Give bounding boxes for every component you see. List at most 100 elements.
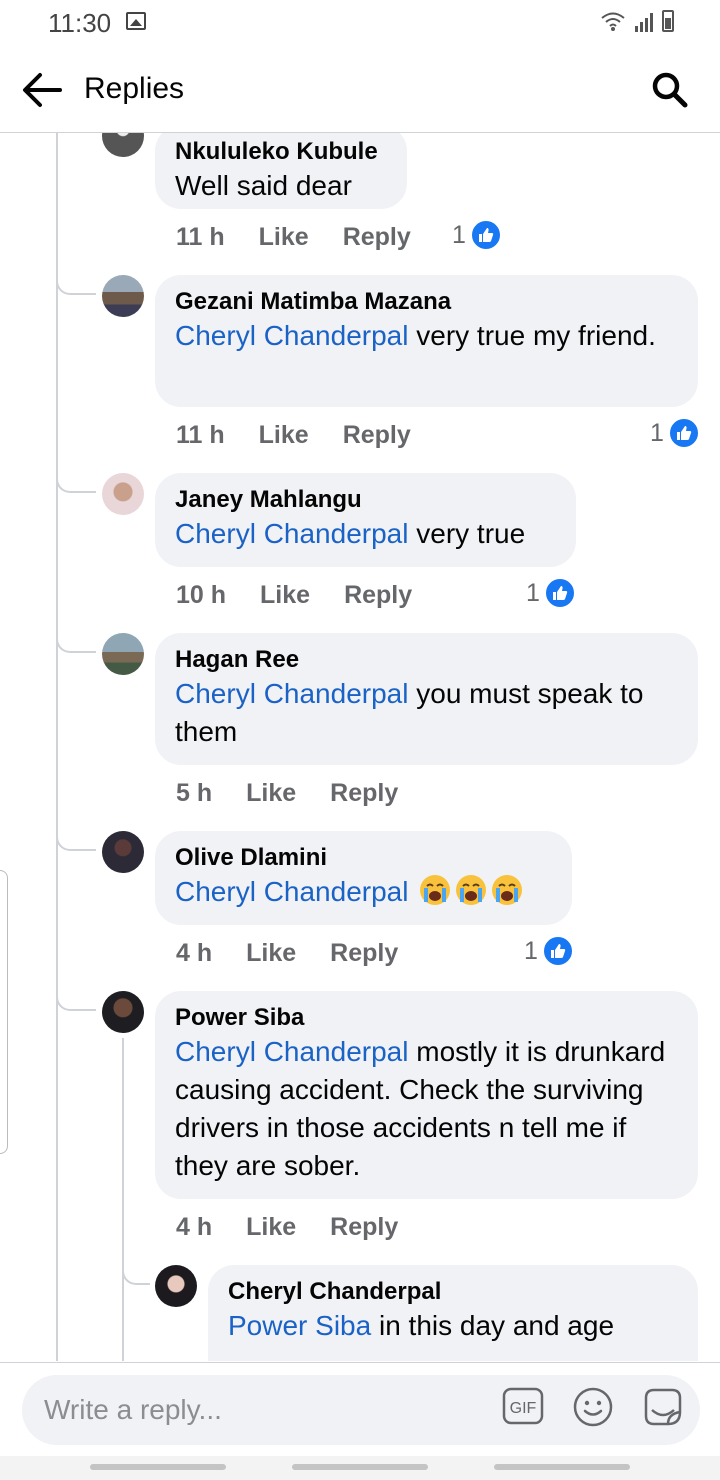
comment-bubble: Nkululeko Kubule Well said dear — [155, 133, 407, 209]
reaction-count: 1 — [650, 418, 664, 447]
comment-author[interactable]: Hagan Ree — [175, 645, 678, 675]
reply-button[interactable]: Reply — [343, 223, 411, 252]
comment-body: very true — [408, 518, 526, 549]
reply-button[interactable]: Reply — [330, 939, 398, 968]
crying-face-icon — [420, 875, 451, 905]
comment-meta: 4 h Like Reply — [176, 939, 432, 968]
thumbs-up-icon — [543, 577, 576, 609]
mention-link[interactable]: Cheryl Chanderpal — [175, 320, 408, 351]
avatar[interactable] — [102, 991, 144, 1033]
comment-time[interactable]: 4 h — [176, 939, 212, 968]
avatar[interactable] — [155, 1265, 197, 1307]
avatar[interactable] — [102, 275, 144, 317]
reply-button[interactable]: Reply — [330, 779, 398, 808]
crying-face-icon — [492, 875, 523, 905]
comment-author[interactable]: Power Siba — [175, 1003, 678, 1033]
thread-connector — [56, 275, 76, 295]
avatar[interactable] — [102, 831, 144, 873]
like-button[interactable]: Like — [259, 421, 309, 450]
nav-recent-apps[interactable] — [90, 1464, 226, 1470]
comment-text: Well said dear — [175, 170, 352, 201]
reaction-summary[interactable]: 1 — [526, 577, 576, 609]
comment-author[interactable]: Janey Mahlangu — [175, 485, 556, 515]
comment-author[interactable]: Cheryl Chanderpal — [228, 1277, 678, 1307]
reply-thread-line — [122, 1038, 124, 1361]
like-button[interactable]: Like — [246, 779, 296, 808]
status-icons — [600, 10, 674, 32]
like-button[interactable]: Like — [246, 939, 296, 968]
thread-connector — [74, 491, 96, 493]
avatar[interactable] — [102, 133, 144, 157]
thread-connector — [74, 849, 96, 851]
comment-time[interactable]: 5 h — [176, 779, 212, 808]
reply-button[interactable]: Reply — [343, 421, 411, 450]
search-icon[interactable] — [650, 70, 690, 110]
comment-author[interactable]: Nkululeko Kubule — [175, 137, 387, 167]
wifi-icon — [601, 12, 625, 31]
comment-text: Cheryl Chanderpal you must speak to them — [175, 675, 678, 751]
avatar[interactable] — [102, 473, 144, 515]
thumbs-up-icon — [667, 417, 700, 449]
image-notification-icon — [126, 12, 146, 30]
comment-bubble: Hagan Ree Cheryl Chanderpal you must spe… — [155, 633, 698, 765]
comment-meta: 4 h Like Reply — [176, 1213, 432, 1242]
gif-icon[interactable]: GIF — [502, 1387, 544, 1425]
thread-connector — [56, 633, 76, 653]
comment-text: Cheryl Chanderpal very true — [175, 515, 556, 553]
thread-connector — [74, 651, 96, 653]
page-title: Replies — [84, 72, 185, 105]
thumbs-up-icon — [469, 219, 502, 251]
comment-meta: 5 h Like Reply — [176, 779, 432, 808]
scroll-handle[interactable] — [0, 870, 8, 1154]
mention-link[interactable]: Cheryl Chanderpal — [175, 876, 408, 907]
reaction-count: 1 — [452, 220, 466, 249]
like-button[interactable]: Like — [246, 1213, 296, 1242]
comment-time[interactable]: 10 h — [176, 581, 226, 610]
comment-author[interactable]: Olive Dlamini — [175, 843, 552, 873]
comment-time[interactable]: 11 h — [176, 223, 225, 252]
back-arrow-icon[interactable] — [20, 70, 64, 110]
comment-meta: 11 h Like Reply — [176, 421, 445, 450]
thread-connector — [74, 1009, 96, 1011]
system-nav-bar — [0, 1456, 720, 1480]
comment-text: Power Siba in this day and age — [228, 1307, 678, 1345]
thread-line — [56, 133, 58, 1361]
svg-text:GIF: GIF — [510, 1400, 537, 1417]
thread-connector — [56, 831, 76, 851]
thread-connector — [140, 1283, 150, 1285]
thumbs-up-icon — [541, 935, 574, 967]
comment-bubble: Power Siba Cheryl Chanderpal mostly it i… — [155, 991, 698, 1199]
comment-author[interactable]: Gezani Matimba Mazana — [175, 287, 678, 317]
mention-link[interactable]: Power Siba — [228, 1310, 371, 1341]
nav-home[interactable] — [292, 1464, 428, 1470]
like-button[interactable]: Like — [259, 223, 309, 252]
comment-meta: 11 h Like Reply — [176, 223, 445, 252]
comment-bubble: Janey Mahlangu Cheryl Chanderpal very tr… — [155, 473, 576, 567]
app-header: Replies — [0, 48, 720, 133]
like-button[interactable]: Like — [260, 581, 310, 610]
emoji-icon[interactable] — [572, 1386, 614, 1428]
comment-bubble: Cheryl Chanderpal Power Siba in this day… — [208, 1265, 698, 1361]
avatar[interactable] — [102, 633, 144, 675]
reply-button[interactable]: Reply — [344, 581, 412, 610]
comment-time[interactable]: 11 h — [176, 421, 225, 450]
mention-link[interactable]: Cheryl Chanderpal — [175, 1036, 408, 1067]
sticker-icon[interactable] — [640, 1384, 686, 1430]
mention-link[interactable]: Cheryl Chanderpal — [175, 678, 408, 709]
nav-back[interactable] — [494, 1464, 630, 1470]
reaction-summary[interactable]: 1 — [650, 417, 700, 449]
comment-time[interactable]: 4 h — [176, 1213, 212, 1242]
reply-button[interactable]: Reply — [330, 1213, 398, 1242]
thread-connector — [56, 473, 76, 493]
comment-text: Cheryl Chanderpal mostly it is drunkard … — [175, 1033, 678, 1185]
thread-connector — [74, 293, 96, 295]
reaction-summary[interactable]: 1 — [452, 219, 502, 251]
reaction-summary[interactable]: 1 — [524, 935, 574, 967]
reaction-count: 1 — [526, 578, 540, 607]
comment-body: in this day and age — [371, 1310, 615, 1341]
mention-link[interactable]: Cheryl Chanderpal — [175, 518, 408, 549]
reaction-count: 1 — [524, 936, 538, 965]
comment-bubble: Olive Dlamini Cheryl Chanderpal — [155, 831, 572, 925]
comment-bubble: Gezani Matimba Mazana Cheryl Chanderpal … — [155, 275, 698, 407]
replies-feed[interactable]: Nkululeko Kubule Well said dear 11 h Lik… — [0, 133, 720, 1361]
